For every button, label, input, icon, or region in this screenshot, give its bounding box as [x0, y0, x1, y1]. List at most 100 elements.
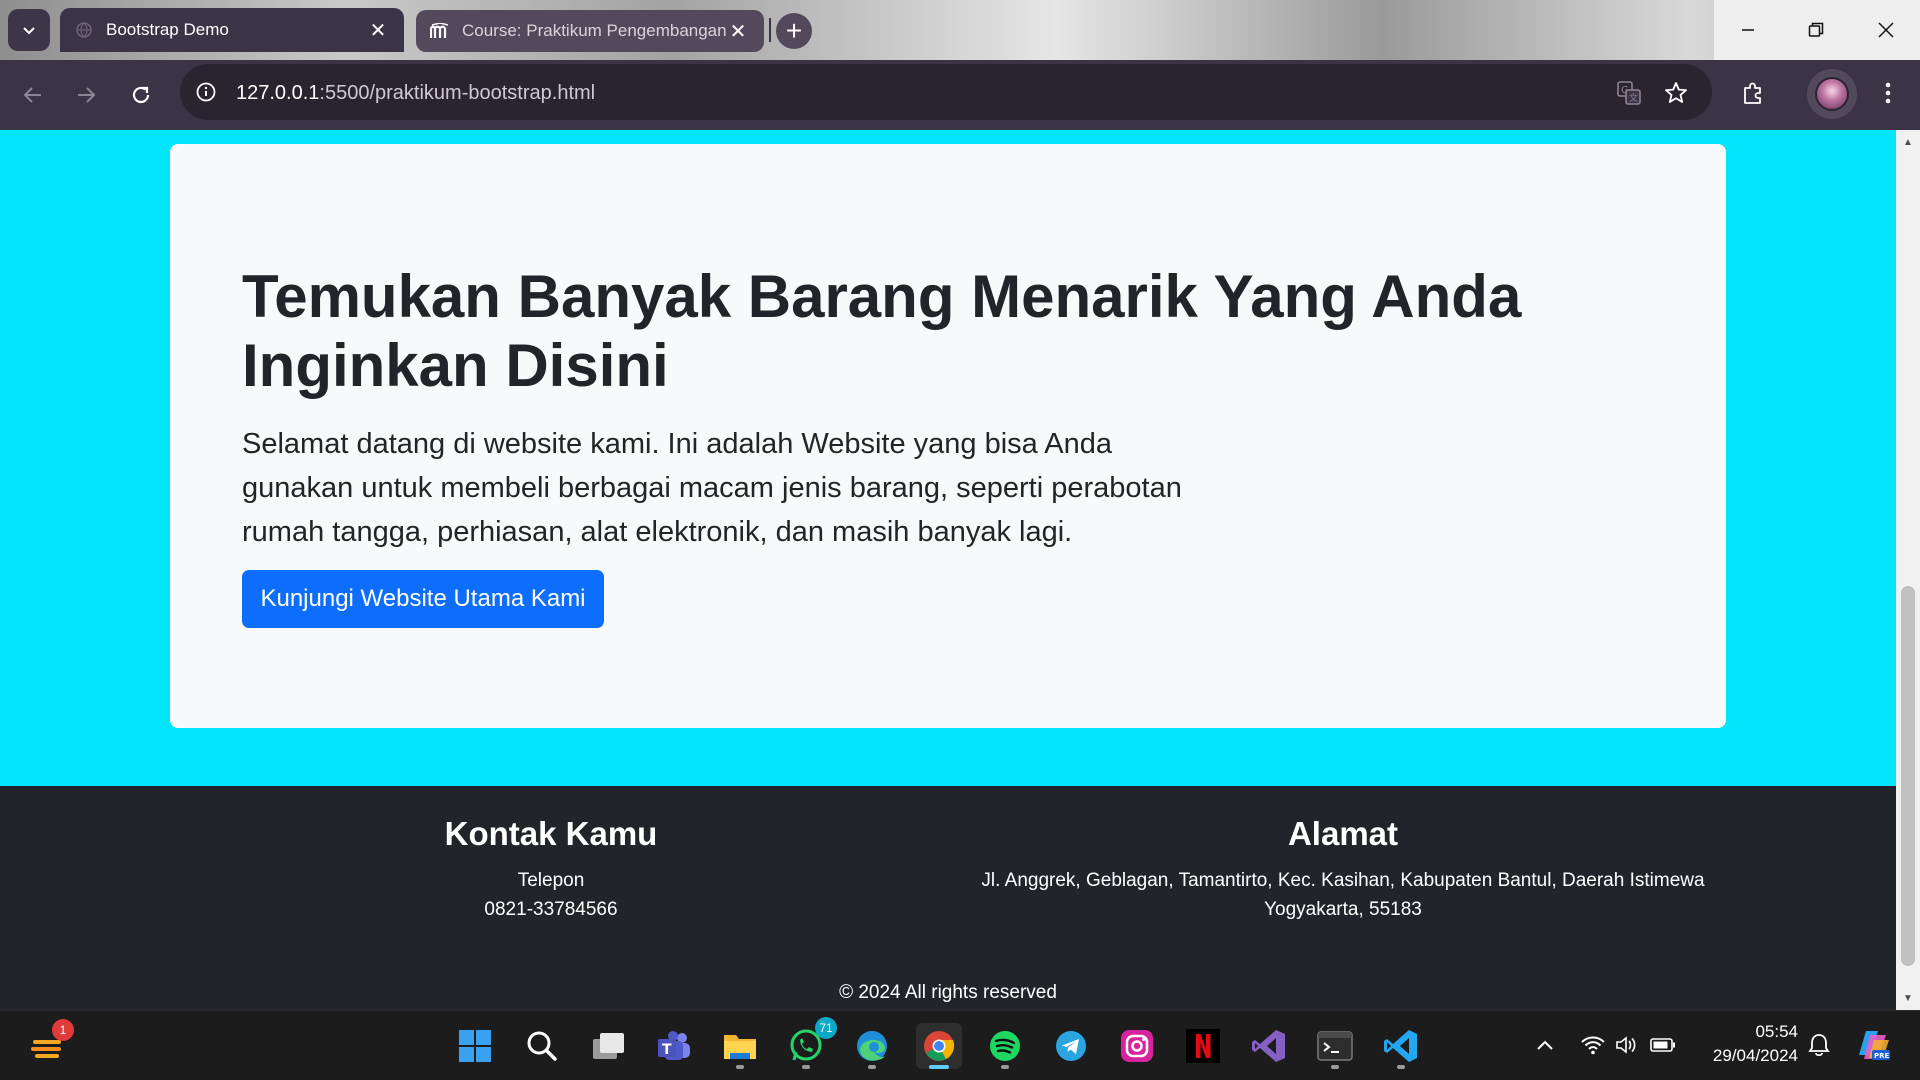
- close-window-button[interactable]: [1852, 0, 1919, 60]
- search-button[interactable]: [519, 1023, 565, 1069]
- windows-start-icon: [459, 1030, 491, 1062]
- chevron-down-icon: [23, 27, 35, 35]
- notification-badge: 1: [52, 1019, 74, 1041]
- show-hidden-icons-button[interactable]: [1530, 1010, 1560, 1080]
- tab-title: Bootstrap Demo: [106, 20, 229, 39]
- visual-studio-button[interactable]: [1246, 1023, 1292, 1069]
- minimize-icon: [1741, 29, 1754, 31]
- task-view-button[interactable]: [585, 1023, 631, 1069]
- more-menu-icon[interactable]: [1873, 78, 1903, 108]
- scroll-thumb[interactable]: [1901, 586, 1915, 966]
- arrow-right-icon: [78, 87, 96, 103]
- scroll-up-arrow-icon[interactable]: ▲: [1896, 132, 1920, 152]
- url-host: 127.0.0.1: [236, 82, 320, 104]
- svg-text:PRE: PRE: [1874, 1052, 1890, 1060]
- chrome-icon: [924, 1031, 955, 1061]
- bookmark-star-icon[interactable]: [1661, 78, 1691, 108]
- running-indicator: [1331, 1065, 1339, 1069]
- chrome-button[interactable]: [916, 1023, 962, 1069]
- battery-icon[interactable]: [1648, 1010, 1678, 1080]
- svg-text:T: T: [662, 1042, 672, 1058]
- teams-button[interactable]: T: [651, 1023, 697, 1069]
- plus-icon: +: [785, 15, 803, 46]
- minimize-button[interactable]: [1714, 0, 1781, 60]
- tab-divider: [769, 18, 771, 42]
- edge-icon: [857, 1031, 887, 1061]
- hero-heading: Temukan Banyak Barang Menarik Yang Anda …: [242, 263, 1522, 399]
- translate-icon[interactable]: G文: [1614, 78, 1644, 108]
- reload-icon: [132, 86, 150, 104]
- visit-main-website-button[interactable]: Kunjungi Website Utama Kami: [242, 570, 604, 628]
- vscode-button[interactable]: [1378, 1023, 1424, 1069]
- visual-studio-icon: [1252, 1030, 1285, 1062]
- netflix-icon: [1186, 1029, 1220, 1063]
- footer-contact: Kontak Kamu Telepon 0821-33784566: [351, 814, 751, 924]
- wifi-icon[interactable]: [1578, 1010, 1608, 1080]
- new-tab-button[interactable]: +: [776, 13, 812, 49]
- tab-bootstrap-demo[interactable]: Bootstrap Demo ✕: [60, 8, 404, 52]
- chevron-up-icon: [1537, 1040, 1553, 1050]
- moodle-m-icon: [430, 21, 450, 41]
- running-indicator: [736, 1065, 744, 1069]
- copilot-button[interactable]: PRE: [1852, 1010, 1896, 1080]
- copyright-text: © 2024 All rights reserved: [839, 982, 1057, 1003]
- contact-label: Telepon: [517, 870, 585, 891]
- telegram-icon: [1056, 1031, 1086, 1061]
- forward-button[interactable]: [68, 77, 104, 113]
- instagram-icon: [1121, 1030, 1153, 1062]
- netflix-button[interactable]: [1180, 1023, 1226, 1069]
- spotify-icon: [990, 1031, 1020, 1061]
- contact-phone: 0821-33784566: [484, 899, 618, 920]
- url-path: :5500/praktikum-bootstrap.html: [319, 82, 596, 104]
- spotify-button[interactable]: [982, 1023, 1028, 1069]
- running-indicator: [868, 1065, 876, 1069]
- tab-title: Course: Praktikum Pengembangan: [462, 21, 726, 40]
- vertical-scrollbar[interactable]: ▲ ▼: [1896, 130, 1920, 1010]
- search-icon: [527, 1031, 557, 1061]
- vscode-icon: [1384, 1030, 1417, 1062]
- hero-card: Temukan Banyak Barang Menarik Yang Anda …: [170, 144, 1726, 728]
- file-explorer-button[interactable]: [717, 1023, 763, 1069]
- notification-bell-icon[interactable]: [1804, 1010, 1834, 1080]
- volume-icon[interactable]: [1612, 1010, 1642, 1080]
- start-button[interactable]: [452, 1023, 498, 1069]
- whatsapp-button[interactable]: 71: [783, 1017, 837, 1069]
- terminal-button[interactable]: [1312, 1023, 1358, 1069]
- restore-button[interactable]: [1782, 0, 1849, 60]
- unread-badge: 71: [815, 1017, 837, 1039]
- scroll-down-arrow-icon[interactable]: ▼: [1896, 988, 1920, 1008]
- terminal-icon: [1317, 1031, 1353, 1061]
- active-indicator: [929, 1065, 949, 1069]
- hero-lead: Selamat datang di website kami. Ini adal…: [242, 428, 1182, 548]
- extensions-puzzle-icon[interactable]: [1738, 78, 1768, 108]
- running-indicator: [1001, 1065, 1009, 1069]
- globe-icon: [74, 20, 94, 40]
- tab-search-button[interactable]: [8, 9, 50, 51]
- url-text[interactable]: 127.0.0.1:5500/praktikum-bootstrap.html: [236, 82, 595, 105]
- teams-icon: T: [658, 1031, 690, 1060]
- running-indicator: [1397, 1065, 1405, 1069]
- telegram-button[interactable]: [1048, 1023, 1094, 1069]
- page-viewport: Temukan Banyak Barang Menarik Yang Anda …: [0, 130, 1896, 1010]
- clock-time: 05:54: [1755, 1022, 1798, 1041]
- tab-course-praktikum[interactable]: Course: Praktikum Pengembangan ✕: [416, 10, 764, 52]
- widgets-button[interactable]: 1: [24, 1019, 74, 1069]
- clock-date: 29/04/2024: [1712, 1046, 1798, 1065]
- page-footer: Kontak Kamu Telepon 0821-33784566 Alamat…: [0, 786, 1896, 1010]
- footer-address: Alamat Jl. Anggrek, Geblagan, Tamantirto…: [950, 814, 1736, 924]
- file-explorer-icon: [724, 1035, 756, 1059]
- address-line-1: Jl. Anggrek, Geblagan, Tamantirto, Kec. …: [981, 870, 1705, 891]
- site-info-icon[interactable]: [192, 78, 220, 106]
- close-tab-icon[interactable]: ✕: [726, 19, 750, 43]
- avatar[interactable]: [1815, 77, 1849, 111]
- copilot-icon: PRE: [1859, 1031, 1890, 1060]
- back-button[interactable]: [15, 77, 51, 113]
- edge-button[interactable]: [849, 1023, 895, 1069]
- contact-title: Kontak Kamu: [444, 815, 658, 852]
- close-tab-icon[interactable]: ✕: [366, 18, 390, 42]
- system-clock[interactable]: 05:54 29/04/2024: [1690, 1020, 1798, 1068]
- instagram-button[interactable]: [1114, 1023, 1160, 1069]
- running-indicator: [802, 1065, 810, 1069]
- reload-button[interactable]: [123, 77, 159, 113]
- restore-icon: [1808, 22, 1823, 37]
